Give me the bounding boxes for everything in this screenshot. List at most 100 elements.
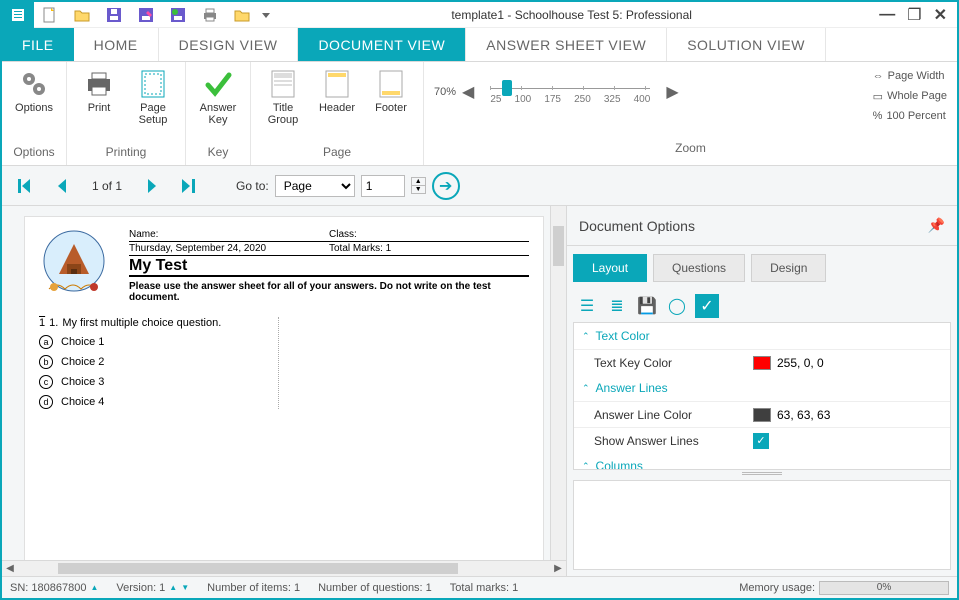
ribbon-group-printing: Print Page Setup Printing bbox=[67, 62, 186, 165]
prop-answer-line-color[interactable]: Answer Line Color 63, 63, 63 bbox=[574, 401, 950, 427]
page-setup-label: Page Setup bbox=[129, 102, 177, 126]
qat-new-icon[interactable] bbox=[34, 2, 66, 28]
header-label: Header bbox=[319, 102, 355, 114]
tab-solution-view[interactable]: SOLUTION VIEW bbox=[667, 28, 826, 61]
total-marks: Total Marks: 1 bbox=[329, 243, 529, 254]
zoom-page-width-button[interactable]: ⇔Page Width bbox=[873, 66, 947, 86]
zoom-percent: 70% bbox=[434, 86, 456, 98]
panel-tab-questions[interactable]: Questions bbox=[653, 254, 745, 282]
goto-scope-select[interactable]: Page bbox=[275, 175, 355, 197]
options-button[interactable]: Options bbox=[10, 68, 58, 114]
minimize-button[interactable]: — bbox=[879, 6, 895, 24]
q1-marks: 1 bbox=[39, 317, 45, 329]
header-icon bbox=[321, 68, 353, 100]
show-answer-lines-checkbox[interactable]: ✓ bbox=[753, 433, 769, 449]
nav-next-button[interactable] bbox=[138, 171, 168, 201]
qat-open-icon[interactable] bbox=[66, 2, 98, 28]
save-preset-icon[interactable]: 💾 bbox=[635, 294, 659, 318]
main-tabs: FILE HOME DESIGN VIEW DOCUMENT VIEW ANSW… bbox=[2, 28, 957, 62]
name-label: Name: bbox=[129, 229, 329, 240]
doc-vertical-scrollbar[interactable] bbox=[550, 206, 566, 560]
tab-document-view[interactable]: DOCUMENT VIEW bbox=[298, 28, 466, 61]
goto-spin-up[interactable]: ▲ bbox=[411, 177, 426, 186]
qat-dropdown-icon[interactable] bbox=[258, 2, 274, 28]
prop-show-answer-lines[interactable]: Show Answer Lines ✓ bbox=[574, 427, 950, 453]
options-label: Options bbox=[15, 102, 53, 114]
section-columns[interactable]: ⌃Columns bbox=[574, 453, 950, 470]
main-area: Name:Class: Thursday, September 24, 2020… bbox=[2, 206, 957, 576]
tab-home[interactable]: HOME bbox=[74, 28, 159, 61]
window-title: template1 - Schoolhouse Test 5: Professi… bbox=[274, 2, 869, 27]
doc-horizontal-scrollbar[interactable]: ◀▶ bbox=[2, 560, 566, 576]
zoom-right-icon[interactable]: ▶ bbox=[666, 82, 678, 102]
q1-choice-b: bChoice 2 bbox=[39, 355, 268, 369]
title-group-button[interactable]: Title Group bbox=[259, 68, 307, 126]
nav-prev-button[interactable] bbox=[46, 171, 76, 201]
properties-grid: ⌃Text Color Text Key Color 255, 0, 0 ⌃An… bbox=[573, 322, 951, 470]
tab-answer-sheet-view[interactable]: ANSWER SHEET VIEW bbox=[466, 28, 667, 61]
close-button[interactable]: ✕ bbox=[934, 5, 947, 25]
refresh-icon[interactable]: ◯ bbox=[665, 294, 689, 318]
goto-label: Go to: bbox=[236, 179, 269, 193]
q1-choice-d: dChoice 4 bbox=[39, 395, 268, 409]
pin-icon[interactable]: 📌 bbox=[928, 217, 945, 234]
print-button[interactable]: Print bbox=[75, 68, 123, 114]
page-setup-button[interactable]: Page Setup bbox=[129, 68, 177, 126]
print-label: Print bbox=[88, 102, 111, 114]
prop-text-key-color[interactable]: Text Key Color 255, 0, 0 bbox=[574, 349, 950, 375]
class-label: Class: bbox=[329, 229, 529, 240]
textkeycolor-swatch bbox=[753, 356, 771, 370]
instructions: Please use the answer sheet for all of y… bbox=[129, 281, 529, 303]
tab-design-view[interactable]: DESIGN VIEW bbox=[159, 28, 299, 61]
gears-icon bbox=[18, 68, 50, 100]
tab-file[interactable]: FILE bbox=[2, 28, 74, 61]
ribbon: Options Options Print Page Setup Printin… bbox=[2, 62, 957, 166]
status-bar: SN: 180867800▲ Version: 1▲▼ Number of it… bbox=[2, 576, 957, 598]
panel-splitter[interactable] bbox=[567, 470, 957, 476]
nav-last-button[interactable] bbox=[174, 171, 204, 201]
group-label-printing: Printing bbox=[75, 141, 177, 165]
qat-print-icon[interactable] bbox=[194, 2, 226, 28]
qat-saveas-icon[interactable] bbox=[130, 2, 162, 28]
zoom-knob[interactable] bbox=[502, 80, 512, 96]
zoom-100-button[interactable]: %100 Percent bbox=[873, 106, 947, 126]
nav-first-button[interactable] bbox=[10, 171, 40, 201]
document-options-panel: Document Options 📌 Layout Questions Desi… bbox=[567, 206, 957, 576]
printer-icon bbox=[83, 68, 115, 100]
panel-header: Document Options 📌 bbox=[567, 206, 957, 246]
goto-value-input[interactable] bbox=[361, 175, 405, 197]
test-logo-icon bbox=[39, 229, 109, 299]
title-bar: template1 - Schoolhouse Test 5: Professi… bbox=[2, 2, 957, 28]
goto-spin-down[interactable]: ▼ bbox=[411, 186, 426, 194]
whole-page-icon: ▭ bbox=[873, 90, 883, 103]
categorize-icon[interactable]: ☰ bbox=[575, 294, 599, 318]
document-preview: Name:Class: Thursday, September 24, 2020… bbox=[2, 206, 567, 576]
page-setup-icon bbox=[137, 68, 169, 100]
zoom-whole-page-button[interactable]: ▭Whole Page bbox=[873, 86, 947, 106]
section-text-color[interactable]: ⌃Text Color bbox=[574, 323, 950, 349]
panel-tab-layout[interactable]: Layout bbox=[573, 254, 647, 282]
answer-key-button[interactable]: Answer Key bbox=[194, 68, 242, 126]
panel-title: Document Options bbox=[579, 218, 695, 234]
date-label: Thursday, September 24, 2020 bbox=[129, 243, 329, 254]
goto-button[interactable]: ➔ bbox=[432, 172, 460, 200]
maximize-button[interactable]: ❐ bbox=[907, 5, 921, 25]
show-checked-icon[interactable]: ✓ bbox=[695, 294, 719, 318]
sort-icon[interactable]: ≣ bbox=[605, 294, 629, 318]
zoom-left-icon[interactable]: ◀ bbox=[462, 82, 474, 102]
app-icon bbox=[2, 2, 34, 28]
ribbon-group-page: Title Group Header Footer Page bbox=[251, 62, 424, 165]
qat-savedb-icon[interactable] bbox=[162, 2, 194, 28]
status-marks: Total marks: 1 bbox=[450, 582, 518, 594]
qat-folder-icon[interactable] bbox=[226, 2, 258, 28]
page-nav-bar: 1 of 1 Go to: Page ▲ ▼ ➔ bbox=[2, 166, 957, 206]
section-answer-lines[interactable]: ⌃Answer Lines bbox=[574, 375, 950, 401]
footer-button[interactable]: Footer bbox=[367, 68, 415, 114]
footer-label: Footer bbox=[375, 102, 407, 114]
zoom-slider[interactable]: 25 100 175 250 325 400 bbox=[490, 78, 650, 105]
panel-tab-design[interactable]: Design bbox=[751, 254, 826, 282]
q1-number: 1. bbox=[49, 317, 58, 329]
header-button[interactable]: Header bbox=[313, 68, 361, 114]
group-label-key: Key bbox=[194, 141, 242, 165]
qat-save-icon[interactable] bbox=[98, 2, 130, 28]
